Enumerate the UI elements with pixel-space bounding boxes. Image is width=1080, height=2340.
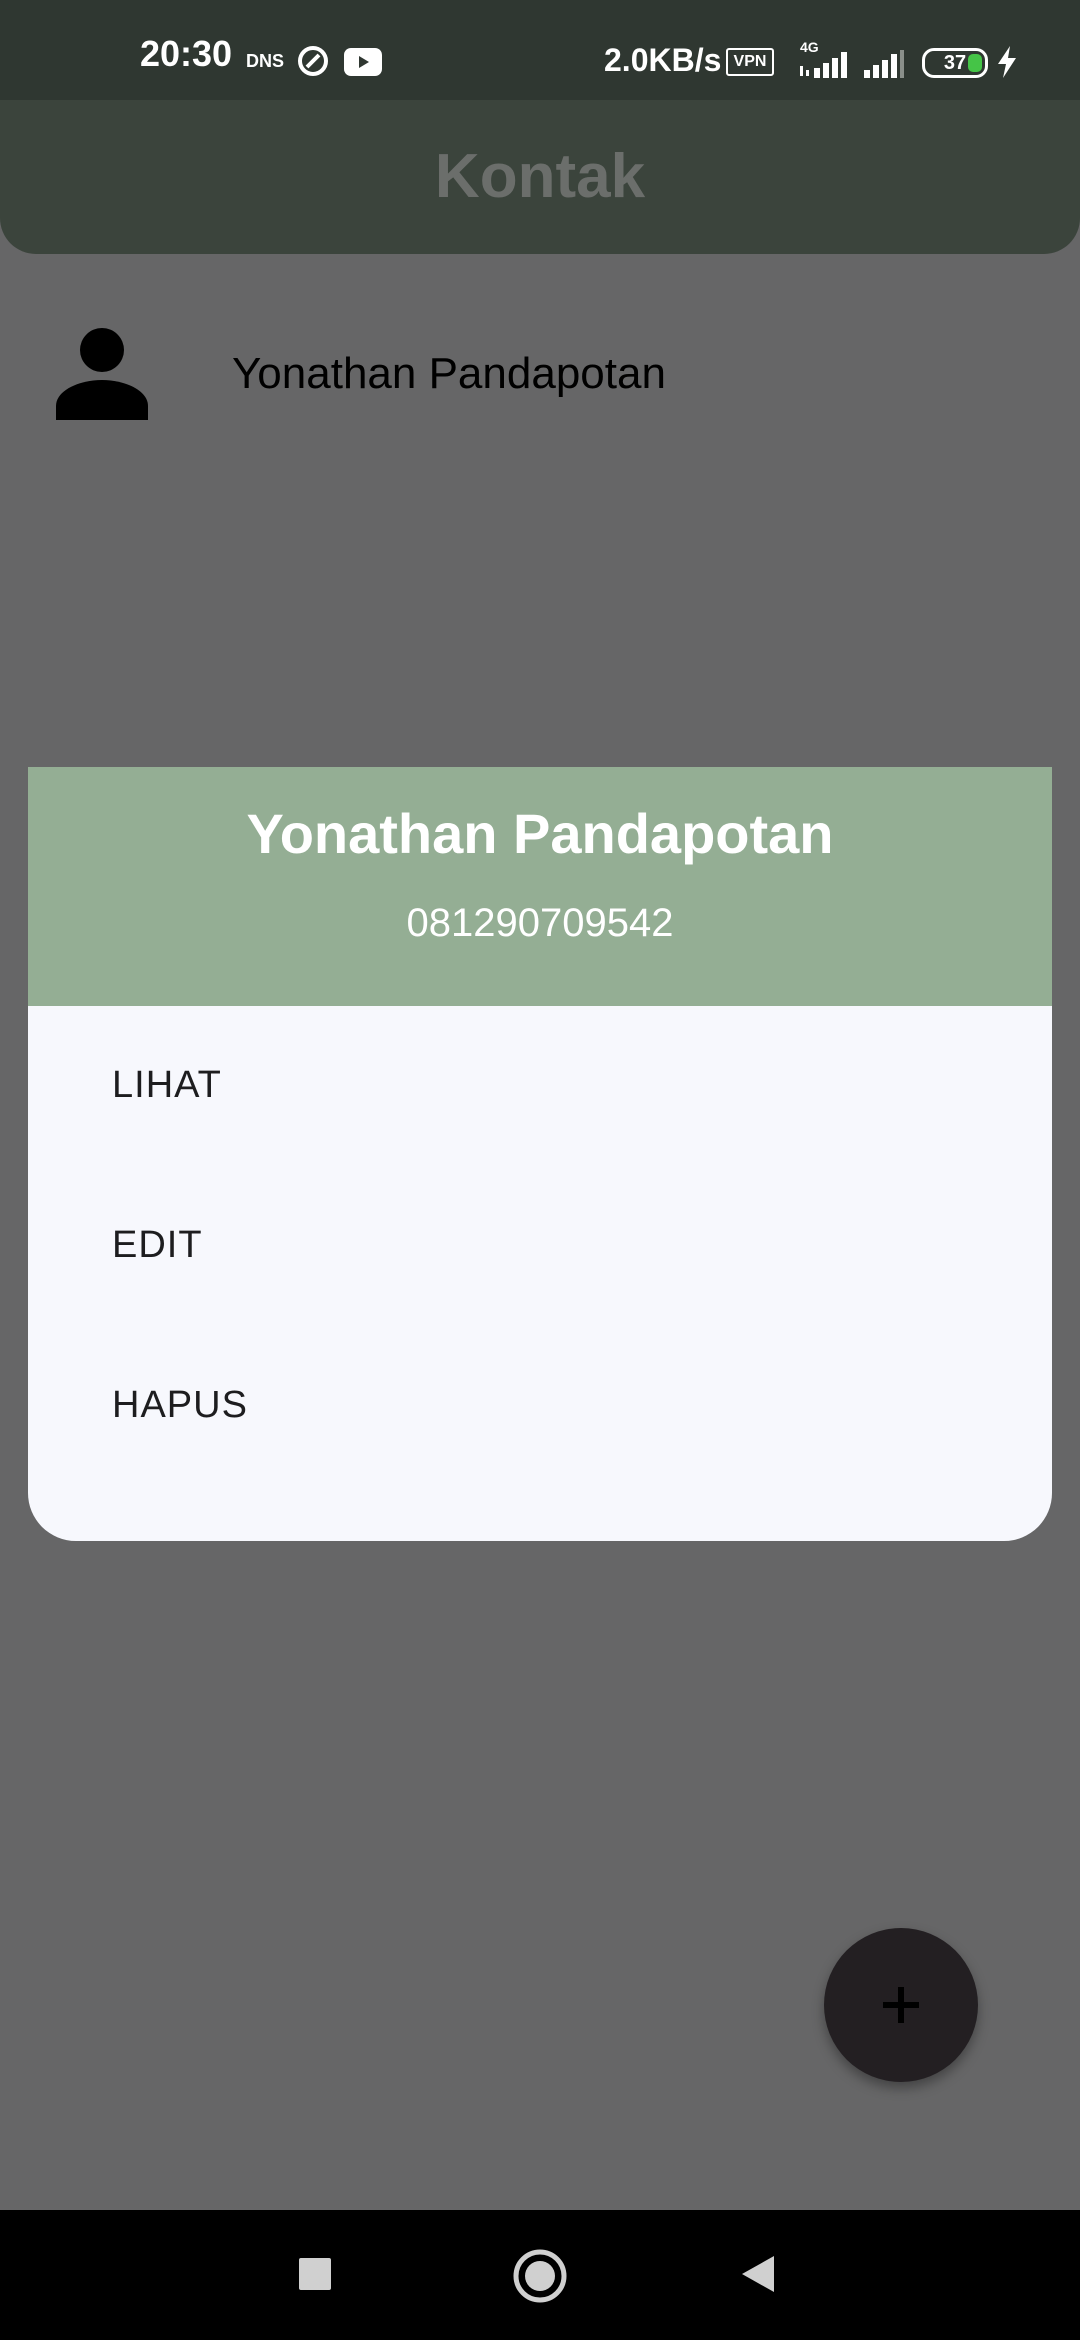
vpn-badge: VPN (726, 48, 774, 76)
app-bar: Kontak (0, 100, 1080, 254)
option-label: EDIT (112, 1224, 203, 1266)
list-item[interactable]: Yonathan Pandapotan (0, 300, 1080, 450)
status-bar: 20:30 DNS 2.0KB/s VPN 4G 37 (0, 0, 1080, 100)
option-hapus[interactable]: HAPUS (28, 1326, 1052, 1486)
recents-icon[interactable] (298, 2257, 332, 2296)
contact-name: Yonathan Pandapotan (232, 349, 666, 398)
dialog-contact-name: Yonathan Pandapotan (246, 802, 834, 865)
option-label: HAPUS (112, 1384, 248, 1426)
battery-icon: 37 (922, 48, 988, 78)
youtube-icon (344, 48, 382, 81)
contact-options-dialog: Yonathan Pandapotan 081290709542 LIHAT E… (28, 767, 1052, 1541)
signal-icon (800, 48, 854, 83)
status-dns-label: DNS (246, 51, 285, 71)
signal-icon (862, 48, 906, 83)
page-title: Kontak (434, 142, 646, 211)
option-lihat[interactable]: LIHAT (28, 1006, 1052, 1166)
navigation-bar (0, 2210, 1080, 2340)
back-icon[interactable] (740, 2254, 776, 2299)
status-speed: 2.0KB/s (604, 42, 722, 78)
home-icon[interactable] (512, 2248, 568, 2309)
dialog-header: Yonathan Pandapotan 081290709542 (28, 767, 1052, 1006)
dialog-contact-phone: 081290709542 (406, 901, 674, 945)
sync-icon (296, 44, 330, 83)
status-time: 20:30 (140, 33, 233, 74)
plus-icon (883, 1987, 919, 2023)
battery-level: 37 (943, 52, 967, 74)
add-contact-button[interactable] (824, 1928, 978, 2082)
option-label: LIHAT (112, 1064, 222, 1106)
person-icon (54, 324, 150, 425)
option-edit[interactable]: EDIT (28, 1166, 1052, 1326)
charging-icon (996, 46, 1018, 83)
